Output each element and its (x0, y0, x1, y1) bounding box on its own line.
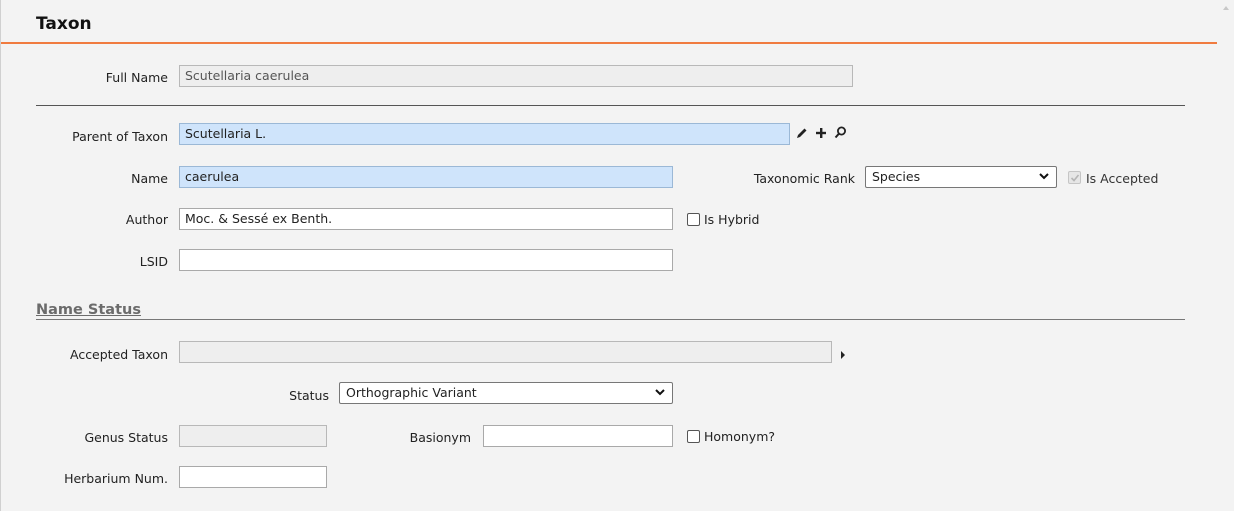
author-input[interactable]: Moc. & Sessé ex Benth. (179, 208, 673, 230)
herbarium-num-input[interactable] (179, 466, 327, 488)
name-input[interactable]: caerulea (179, 166, 673, 188)
status-label: Status (289, 388, 329, 403)
full-name-field: Scutellaria caerulea (179, 65, 853, 87)
is-hybrid-label: Is Hybrid (704, 212, 760, 227)
name-status-heading: Name Status (36, 302, 141, 318)
plus-icon[interactable] (815, 127, 829, 141)
caret-right-icon[interactable] (839, 348, 853, 362)
author-label: Author (125, 212, 168, 227)
is-accepted-label: Is Accepted (1086, 171, 1159, 186)
herbarium-num-label: Herbarium Num. (64, 471, 168, 486)
taxonomic-rank-select[interactable]: Species (865, 166, 1057, 188)
name-label: Name (131, 171, 168, 186)
panel-title: Taxon (36, 14, 92, 34)
genus-status-label: Genus Status (84, 430, 168, 445)
full-name-label: Full Name (105, 70, 168, 85)
window-left-border (0, 0, 1, 511)
chevron-down-icon (655, 389, 665, 396)
status-value: Orthographic Variant (346, 385, 477, 400)
vertical-scrollbar[interactable] (1217, 0, 1234, 511)
basionym-label: Basionym (409, 430, 471, 445)
is-hybrid-checkbox[interactable] (687, 213, 700, 226)
status-select[interactable]: Orthographic Variant (339, 382, 673, 404)
pencil-icon[interactable] (796, 127, 810, 141)
accepted-taxon-field (179, 341, 832, 363)
title-accent-divider (1, 42, 1217, 44)
parent-taxon-label: Parent of Taxon (72, 129, 168, 144)
name-status-divider (36, 319, 1185, 320)
homonym-label: Homonym? (704, 429, 776, 444)
lsid-label: LSID (139, 254, 168, 269)
is-accepted-checkbox (1068, 171, 1081, 184)
basionym-input[interactable] (483, 425, 673, 447)
checkmark-icon (1070, 174, 1080, 182)
chevron-down-icon (1039, 173, 1049, 180)
homonym-checkbox[interactable] (687, 430, 700, 443)
genus-status-field (179, 425, 327, 447)
taxonomic-rank-value: Species (872, 169, 921, 184)
lsid-input[interactable] (179, 249, 673, 271)
search-icon[interactable] (834, 126, 848, 140)
parent-taxon-input[interactable]: Scutellaria L. (179, 123, 790, 145)
scroll-up-icon[interactable] (1223, 6, 1229, 10)
accepted-taxon-label: Accepted Taxon (69, 347, 168, 362)
taxonomic-rank-label: Taxonomic Rank (753, 171, 855, 186)
section-divider (36, 105, 1185, 106)
